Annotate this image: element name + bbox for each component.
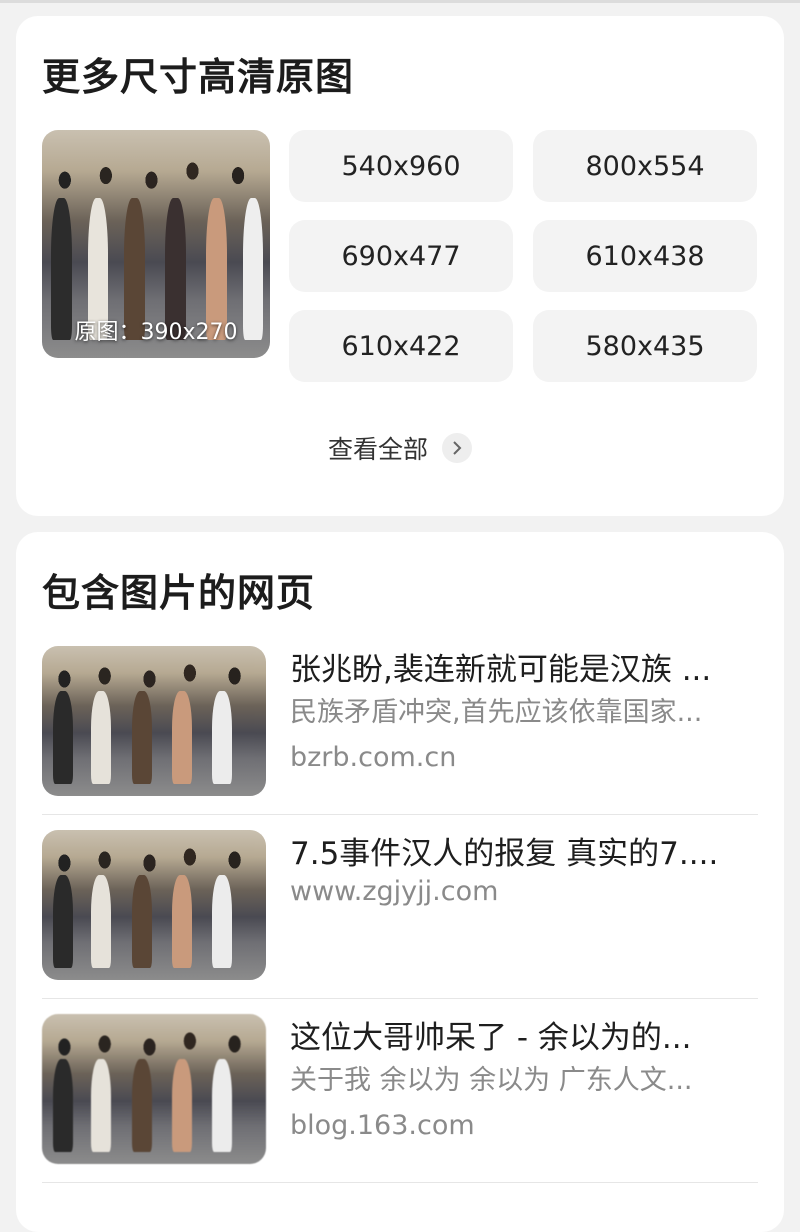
view-all-label: 查看全部 [327, 435, 428, 464]
size-option-button[interactable]: 690x477 [289, 220, 513, 292]
size-option-button[interactable]: 610x422 [289, 310, 513, 382]
result-title[interactable]: 这位大哥帅呆了 - 余以为的... [290, 1012, 758, 1057]
result-snippet: 民族矛盾冲突,首先应该依靠国家... [290, 697, 703, 728]
size-option-button[interactable]: 580x435 [533, 310, 757, 382]
result-title[interactable]: 7.5事件汉人的报复 真实的7.... [290, 828, 758, 873]
more-sizes-card: 更多尺寸高清原图 原图：390x270 540x960 800x554 690x… [16, 16, 784, 516]
pages-title: 包含图片的网页 [42, 571, 316, 615]
result-thumbnail[interactable] [42, 1014, 266, 1164]
chevron-right-icon [442, 433, 472, 463]
size-option-button[interactable]: 610x438 [533, 220, 757, 292]
list-item[interactable]: 7.5事件汉人的报复 真实的7.... www.zgjyjj.com [42, 814, 758, 999]
result-source: bzrb.com.cn [290, 742, 457, 773]
status-divider [0, 0, 800, 3]
list-item[interactable]: 张兆盼,裴连新就可能是汉族 ... 民族矛盾冲突,首先应该依靠国家... bzr… [42, 630, 758, 815]
result-title[interactable]: 张兆盼,裴连新就可能是汉族 ... [290, 644, 758, 689]
result-thumbnail[interactable] [42, 646, 266, 796]
pages-card: 包含图片的网页 张兆盼,裴连新就可能是汉族 ... 民族矛盾冲突,首先应该依靠国… [16, 532, 784, 1232]
view-all-link[interactable]: 查看全部 [16, 430, 784, 466]
result-source: www.zgjyjj.com [290, 876, 499, 907]
original-image-thumbnail[interactable]: 原图：390x270 [42, 130, 270, 358]
size-option-button[interactable]: 800x554 [533, 130, 757, 202]
result-source: blog.163.com [290, 1110, 475, 1141]
size-option-button[interactable]: 540x960 [289, 130, 513, 202]
result-snippet: 关于我 余以为 余以为 广东人文... [290, 1065, 693, 1096]
original-size-label: 原图：390x270 [74, 320, 238, 345]
list-item[interactable]: 这位大哥帅呆了 - 余以为的... 关于我 余以为 余以为 广东人文... bl… [42, 998, 758, 1183]
more-sizes-title: 更多尺寸高清原图 [42, 55, 355, 99]
result-thumbnail[interactable] [42, 830, 266, 980]
